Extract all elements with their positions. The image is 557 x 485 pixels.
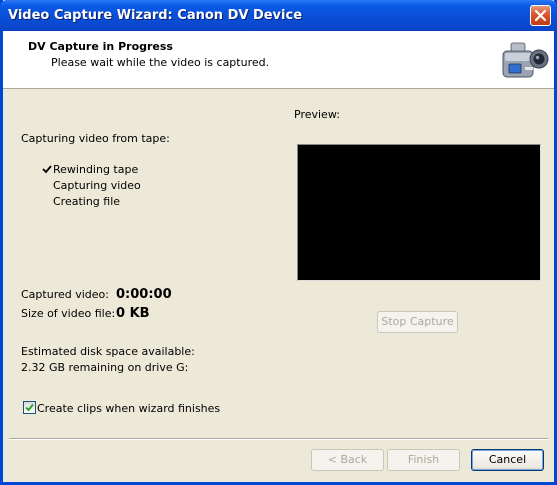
- step-capturing: Capturing video: [53, 179, 141, 192]
- cancel-button[interactable]: Cancel: [471, 449, 544, 471]
- checkmark-icon: [42, 165, 52, 174]
- header-subtitle: Please wait while the video is captured.: [51, 56, 270, 69]
- footer-divider: [9, 438, 548, 440]
- disk-space-value: 2.32 GB remaining on drive G:: [21, 361, 189, 374]
- camcorder-icon: [502, 42, 549, 78]
- close-button[interactable]: [530, 5, 551, 26]
- header-title: DV Capture in Progress: [28, 40, 173, 53]
- video-preview: [297, 144, 541, 281]
- title-bar[interactable]: Video Capture Wizard: Canon DV Device: [0, 0, 557, 31]
- finish-button[interactable]: Finish: [387, 449, 460, 471]
- back-button[interactable]: < Back: [311, 449, 384, 471]
- stop-capture-button[interactable]: Stop Capture: [377, 311, 458, 333]
- file-size-label: Size of video file:: [21, 307, 116, 320]
- create-clips-checkbox[interactable]: [23, 401, 36, 414]
- wizard-header: DV Capture in Progress Please wait while…: [3, 31, 554, 89]
- disk-space-label: Estimated disk space available:: [21, 345, 195, 358]
- window-title: Video Capture Wizard: Canon DV Device: [8, 8, 303, 23]
- close-icon: [535, 10, 546, 21]
- step-creating: Creating file: [53, 195, 121, 208]
- step-rewinding: Rewinding tape: [53, 163, 139, 176]
- captured-video-value: 0:00:00: [116, 287, 172, 302]
- checkmark-icon: [25, 403, 34, 412]
- create-clips-label[interactable]: Create clips when wizard finishes: [37, 402, 220, 415]
- preview-label: Preview:: [294, 108, 340, 121]
- file-size-value: 0 KB: [116, 306, 150, 321]
- capture-status-heading: Capturing video from tape:: [21, 132, 170, 145]
- wizard-window: Video Capture Wizard: Canon DV Device DV…: [0, 0, 557, 485]
- captured-video-label: Captured video:: [21, 288, 109, 301]
